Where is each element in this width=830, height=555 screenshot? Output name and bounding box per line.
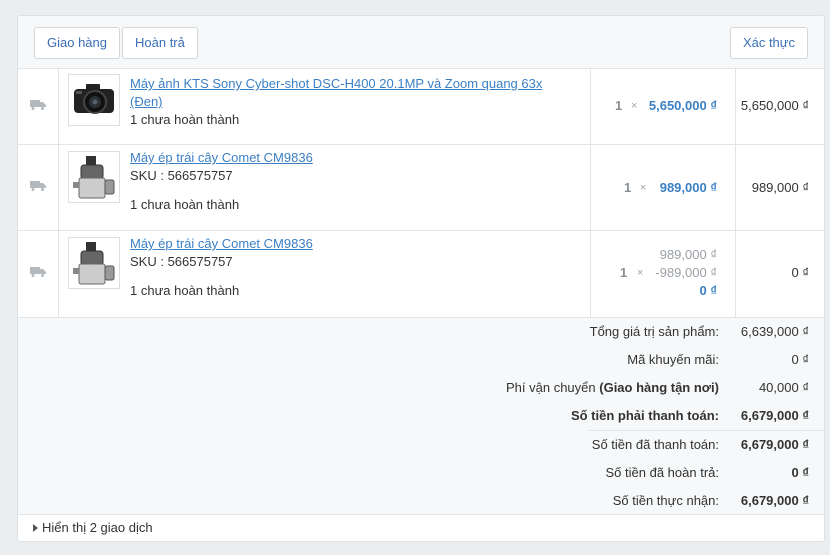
quantity: 1: [615, 98, 623, 113]
product-sku: SKU : 566575757: [130, 254, 233, 269]
amount-paid-label: Số tiền đã thanh toán:: [591, 437, 719, 452]
unit-price: 5,650,000 ₫: [648, 98, 717, 113]
caret-right-icon: [33, 524, 38, 532]
shipping-method: (Giao hàng tận nơi): [599, 380, 719, 395]
net-received-label: Số tiền thực nhận:: [612, 493, 719, 508]
line-item-row: Máy ép trái cây Comet CM9836 SKU : 56657…: [18, 145, 824, 231]
quantity: 1: [624, 180, 632, 195]
amount-due-label: Số tiền phải thanh toán:: [570, 408, 719, 423]
truck-icon: [30, 267, 46, 277]
line-item-row: Máy ảnh KTS Sony Cyber-shot DSC-H400 20.…: [18, 69, 824, 145]
times-icon: ×: [631, 100, 638, 112]
order-toolbar: Giao hàng Hoàn trả Xác thực: [18, 16, 824, 69]
times-icon: ×: [640, 182, 647, 194]
line-item-row: Máy ép trái cây Comet CM9836 SKU : 56657…: [18, 231, 824, 318]
product-name-link[interactable]: Máy ép trái cây Comet CM9836: [130, 235, 570, 253]
fulfillment-status: 1 chưa hoàn thành: [130, 112, 240, 127]
line-total: 0 ₫: [791, 265, 809, 280]
confirm-button[interactable]: Xác thực: [729, 27, 808, 59]
refund-button[interactable]: Hoàn trả: [122, 27, 198, 59]
times-icon: ×: [637, 267, 644, 279]
coupon-value: 0 ₫: [791, 352, 809, 367]
product-sku: SKU : 566575757: [130, 168, 233, 183]
unit-price: 989,000 ₫: [659, 180, 717, 195]
net-received-value: 6,679,000 ₫: [740, 493, 809, 508]
juicer-thumbnail[interactable]: [68, 237, 120, 289]
fulfillment-status: 1 chưa hoàn thành: [130, 283, 240, 298]
show-transactions-link[interactable]: Hiển thị 2 giao dịch: [42, 520, 153, 535]
ship-button[interactable]: Giao hàng: [34, 27, 120, 59]
juicer-thumbnail[interactable]: [68, 151, 120, 203]
camera-thumbnail[interactable]: [68, 74, 120, 126]
order-summary: Tổng giá trị sản phẩm: 6,639,000 ₫ Mã kh…: [18, 318, 824, 515]
truck-icon: [30, 100, 46, 110]
fulfillment-status: 1 chưa hoàn thành: [130, 197, 240, 212]
coupon-label: Mã khuyến mãi:: [627, 352, 719, 367]
shipping-value: 40,000 ₫: [758, 380, 809, 395]
discount-amount: -989,000 ₫: [655, 265, 717, 280]
shipping-label: Phí vận chuyển (Giao hàng tận nơi): [506, 380, 719, 395]
product-name-link[interactable]: Máy ảnh KTS Sony Cyber-shot DSC-H400 20.…: [130, 75, 570, 111]
amount-due-value: 6,679,000 ₫: [740, 408, 809, 423]
quantity: 1: [620, 265, 628, 280]
truck-icon: [30, 181, 46, 191]
subtotal-label: Tổng giá trị sản phẩm:: [589, 324, 719, 339]
unit-price: 0 ₫: [699, 283, 717, 298]
product-name-link[interactable]: Máy ép trái cây Comet CM9836: [130, 149, 570, 167]
summary-divider: [588, 430, 824, 431]
original-price: 989,000 ₫: [659, 247, 717, 262]
order-card: Giao hàng Hoàn trả Xác thực Máy ảnh KTS …: [17, 15, 825, 542]
transactions-toggle[interactable]: Hiển thị 2 giao dịch: [18, 515, 824, 541]
subtotal-value: 6,639,000 ₫: [740, 324, 809, 339]
amount-paid-value: 6,679,000 ₫: [740, 437, 809, 452]
amount-refunded-value: 0 ₫: [791, 465, 809, 480]
amount-refunded-label: Số tiền đã hoàn trả:: [605, 465, 719, 480]
line-total: 989,000 ₫: [751, 180, 809, 195]
line-total: 5,650,000 ₫: [740, 98, 809, 113]
